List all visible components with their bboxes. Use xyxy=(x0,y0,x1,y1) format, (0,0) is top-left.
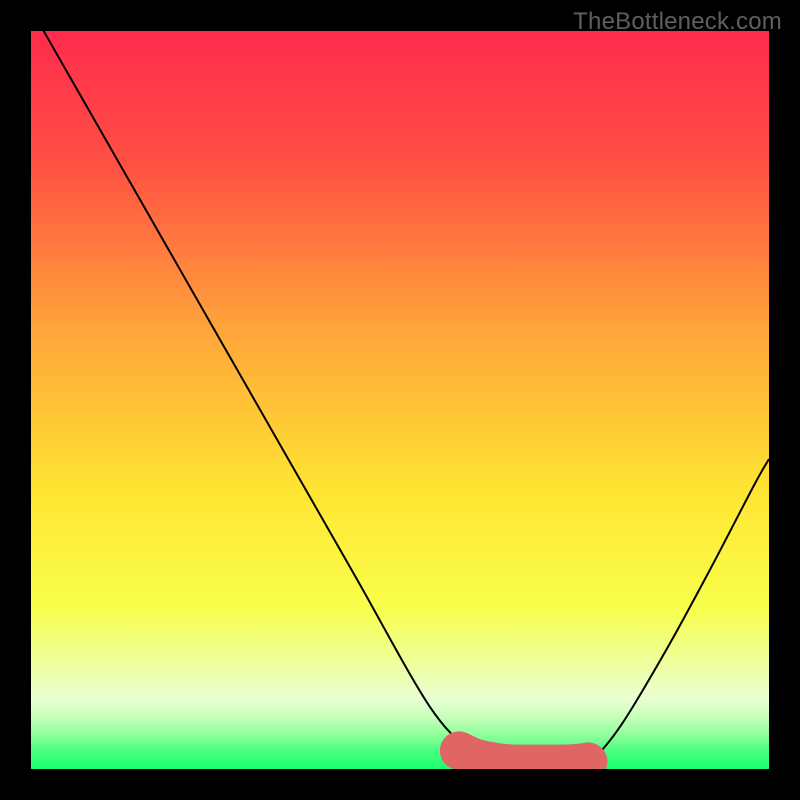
trough-marker xyxy=(459,751,588,764)
bottleneck-chart xyxy=(31,31,769,769)
